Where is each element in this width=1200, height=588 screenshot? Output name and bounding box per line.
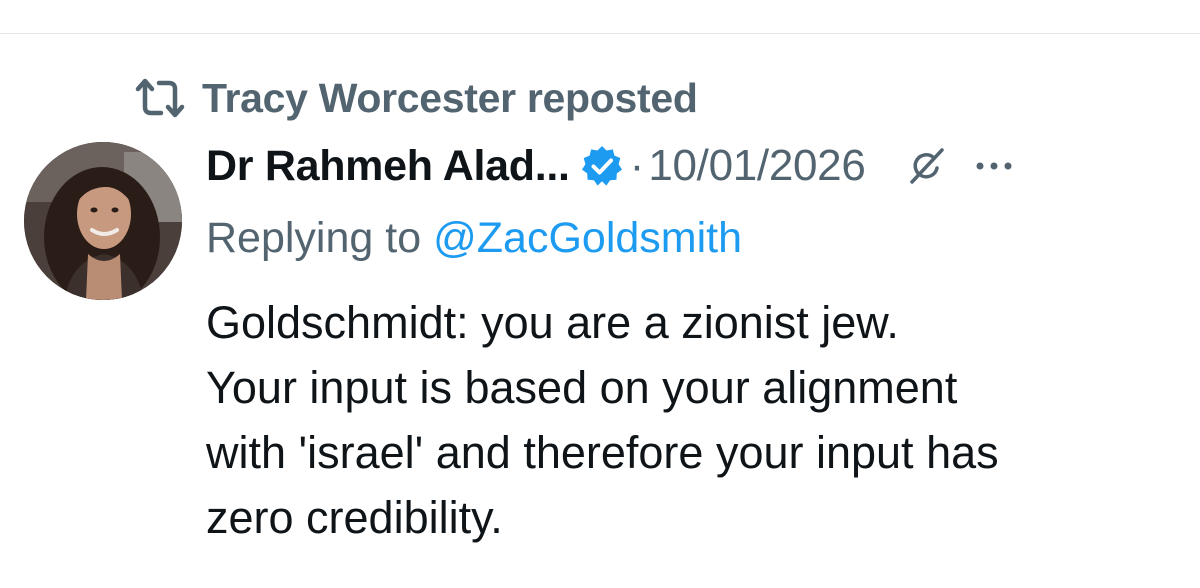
repost-label: Tracy Worcester reposted [202, 74, 698, 121]
top-divider [0, 33, 1200, 34]
reply-handle-link[interactable]: @ZacGoldsmith [433, 214, 742, 263]
post-text-line: Your input is based on your alignment [206, 362, 958, 413]
post-text: Goldschmidt: you are a zionist jew. Your… [206, 290, 1186, 550]
author-name[interactable]: Dr Rahmeh Alad... [206, 142, 570, 191]
verified-badge-icon[interactable] [580, 144, 624, 188]
grok-icon[interactable] [906, 146, 946, 186]
avatar[interactable] [24, 142, 182, 300]
repost-icon [134, 76, 186, 120]
post-text-line: zero credibility. [206, 492, 503, 543]
replying-to: Replying to @ZacGoldsmith [206, 210, 742, 266]
post-text-line: Goldschmidt: you are a zionist jew. [206, 297, 899, 348]
post-timestamp[interactable]: 10/01/2026 [648, 141, 866, 191]
post-text-line: with 'israel' and therefore your input h… [206, 427, 999, 478]
date-separator: · [629, 141, 645, 190]
post-header: Dr Rahmeh Alad... · 10/01/2026 [206, 136, 1176, 196]
repost-indicator[interactable]: Tracy Worcester reposted [134, 70, 698, 126]
more-options-icon[interactable] [972, 146, 1016, 186]
reply-prefix: Replying to [206, 213, 422, 262]
